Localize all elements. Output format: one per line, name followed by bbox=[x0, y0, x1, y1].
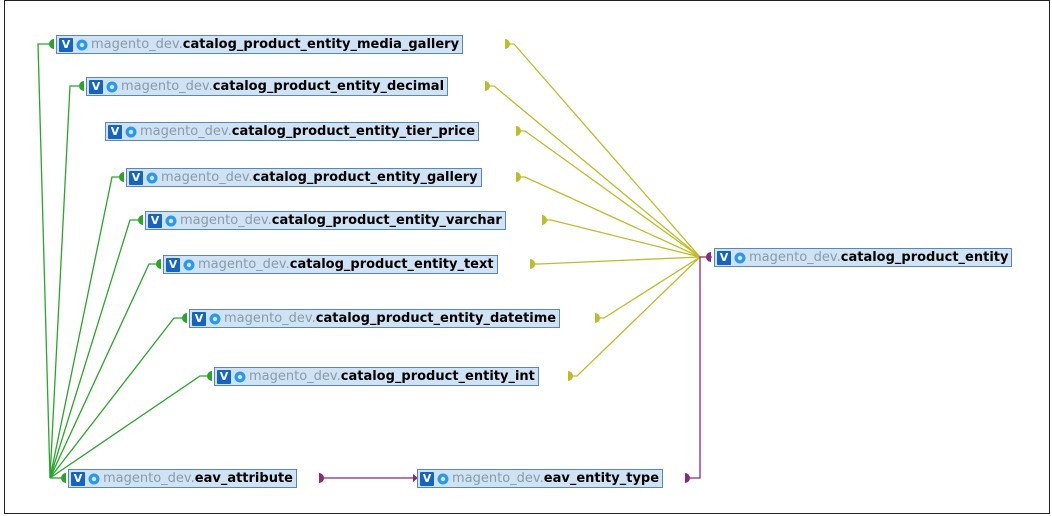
edge-eav-attribute-datetime bbox=[49, 317, 187, 479]
table-eav-entity-type[interactable]: V magento_dev. eav_entity_type bbox=[417, 469, 664, 488]
gear-icon bbox=[436, 472, 450, 486]
edge-tier-price-product bbox=[519, 130, 701, 258]
table-label: catalog_product_entity_media_gallery bbox=[182, 37, 460, 52]
table-catalog-product-entity-int[interactable]: V magento_dev. catalog_product_entity_int bbox=[214, 367, 539, 386]
view-badge-icon: V bbox=[129, 170, 143, 185]
edge-media-gallery-product bbox=[508, 43, 701, 258]
schema-label: magento_dev. bbox=[224, 311, 316, 326]
gear-icon bbox=[124, 125, 138, 139]
table-catalog-product-entity[interactable]: V magento_dev. catalog_product_entity bbox=[714, 248, 1013, 267]
edge-int-product bbox=[571, 256, 701, 377]
edge-eav-attribute-decimal bbox=[49, 85, 84, 479]
view-badge-icon: V bbox=[420, 471, 434, 486]
view-badge-icon: V bbox=[89, 79, 103, 94]
schema-label: magento_dev. bbox=[249, 369, 341, 384]
table-label: catalog_product_entity_int bbox=[340, 369, 535, 384]
table-catalog-product-entity-text[interactable]: V magento_dev. catalog_product_entity_tex… bbox=[163, 255, 498, 274]
view-badge-icon: V bbox=[217, 369, 231, 384]
view-badge-icon: V bbox=[71, 471, 85, 486]
table-label: catalog_product_entity_decimal bbox=[212, 79, 445, 94]
gear-icon bbox=[75, 38, 89, 52]
gear-icon bbox=[145, 171, 159, 185]
table-label: eav_entity_type bbox=[543, 471, 660, 486]
table-eav-attribute[interactable]: V magento_dev. eav_attribute bbox=[68, 469, 297, 488]
edge-eav-attribute-gallery bbox=[49, 176, 124, 479]
schema-label: magento_dev. bbox=[121, 79, 213, 94]
table-label: catalog_product_entity_tier_price bbox=[231, 124, 476, 139]
table-label: catalog_product_entity_varchar bbox=[271, 213, 502, 228]
edge-eav-attribute-text bbox=[49, 263, 161, 479]
edge-datetime-product bbox=[598, 256, 701, 319]
view-badge-icon: V bbox=[148, 213, 162, 228]
table-catalog-product-entity-gallery[interactable]: V magento_dev. catalog_product_entity_gal… bbox=[126, 168, 482, 187]
table-label: eav_attribute bbox=[194, 471, 293, 486]
table-catalog-product-entity-decimal[interactable]: V magento_dev. catalog_product_entity_dec… bbox=[86, 77, 449, 96]
gear-icon bbox=[208, 312, 222, 326]
schema-label: magento_dev. bbox=[452, 471, 544, 486]
schema-label: magento_dev. bbox=[161, 170, 253, 185]
view-badge-icon: V bbox=[166, 257, 180, 272]
table-label: catalog_product_entity_gallery bbox=[252, 170, 478, 185]
view-badge-icon: V bbox=[717, 250, 731, 265]
edge-decimal-product bbox=[488, 85, 701, 258]
schema-label: magento_dev. bbox=[140, 124, 232, 139]
view-badge-icon: V bbox=[108, 124, 122, 139]
view-badge-icon: V bbox=[59, 37, 73, 52]
view-badge-icon: V bbox=[192, 311, 206, 326]
schema-label: magento_dev. bbox=[749, 250, 841, 265]
schema-label: magento_dev. bbox=[180, 213, 272, 228]
gear-icon bbox=[233, 370, 247, 384]
edge-entity-type-product bbox=[688, 256, 712, 479]
edge-text-product bbox=[533, 256, 701, 265]
table-label: catalog_product_entity_text bbox=[289, 257, 494, 272]
table-catalog-product-entity-datetime[interactable]: V magento_dev. catalog_product_entity_dat… bbox=[189, 309, 561, 328]
table-catalog-product-entity-media-gallery[interactable]: V magento_dev. catalog_product_entity_med… bbox=[56, 35, 464, 54]
table-catalog-product-entity-tier-price[interactable]: V magento_dev. catalog_product_entity_tie… bbox=[105, 122, 480, 141]
gear-icon bbox=[87, 472, 101, 486]
table-catalog-product-entity-varchar[interactable]: V magento_dev. catalog_product_entity_var… bbox=[145, 211, 506, 230]
edge-gallery-product bbox=[519, 176, 701, 258]
schema-label: magento_dev. bbox=[103, 471, 195, 486]
edge-eav-attribute-media-gallery bbox=[37, 43, 54, 479]
schema-label: magento_dev. bbox=[91, 37, 183, 52]
gear-icon bbox=[164, 214, 178, 228]
edge-eav-attribute-varchar bbox=[49, 219, 143, 479]
table-label: catalog_product_entity_datetime bbox=[315, 311, 557, 326]
gear-icon bbox=[733, 251, 747, 265]
schema-label: magento_dev. bbox=[198, 257, 290, 272]
gear-icon bbox=[182, 258, 196, 272]
table-label: catalog_product_entity bbox=[840, 250, 1009, 265]
gear-icon bbox=[105, 80, 119, 94]
